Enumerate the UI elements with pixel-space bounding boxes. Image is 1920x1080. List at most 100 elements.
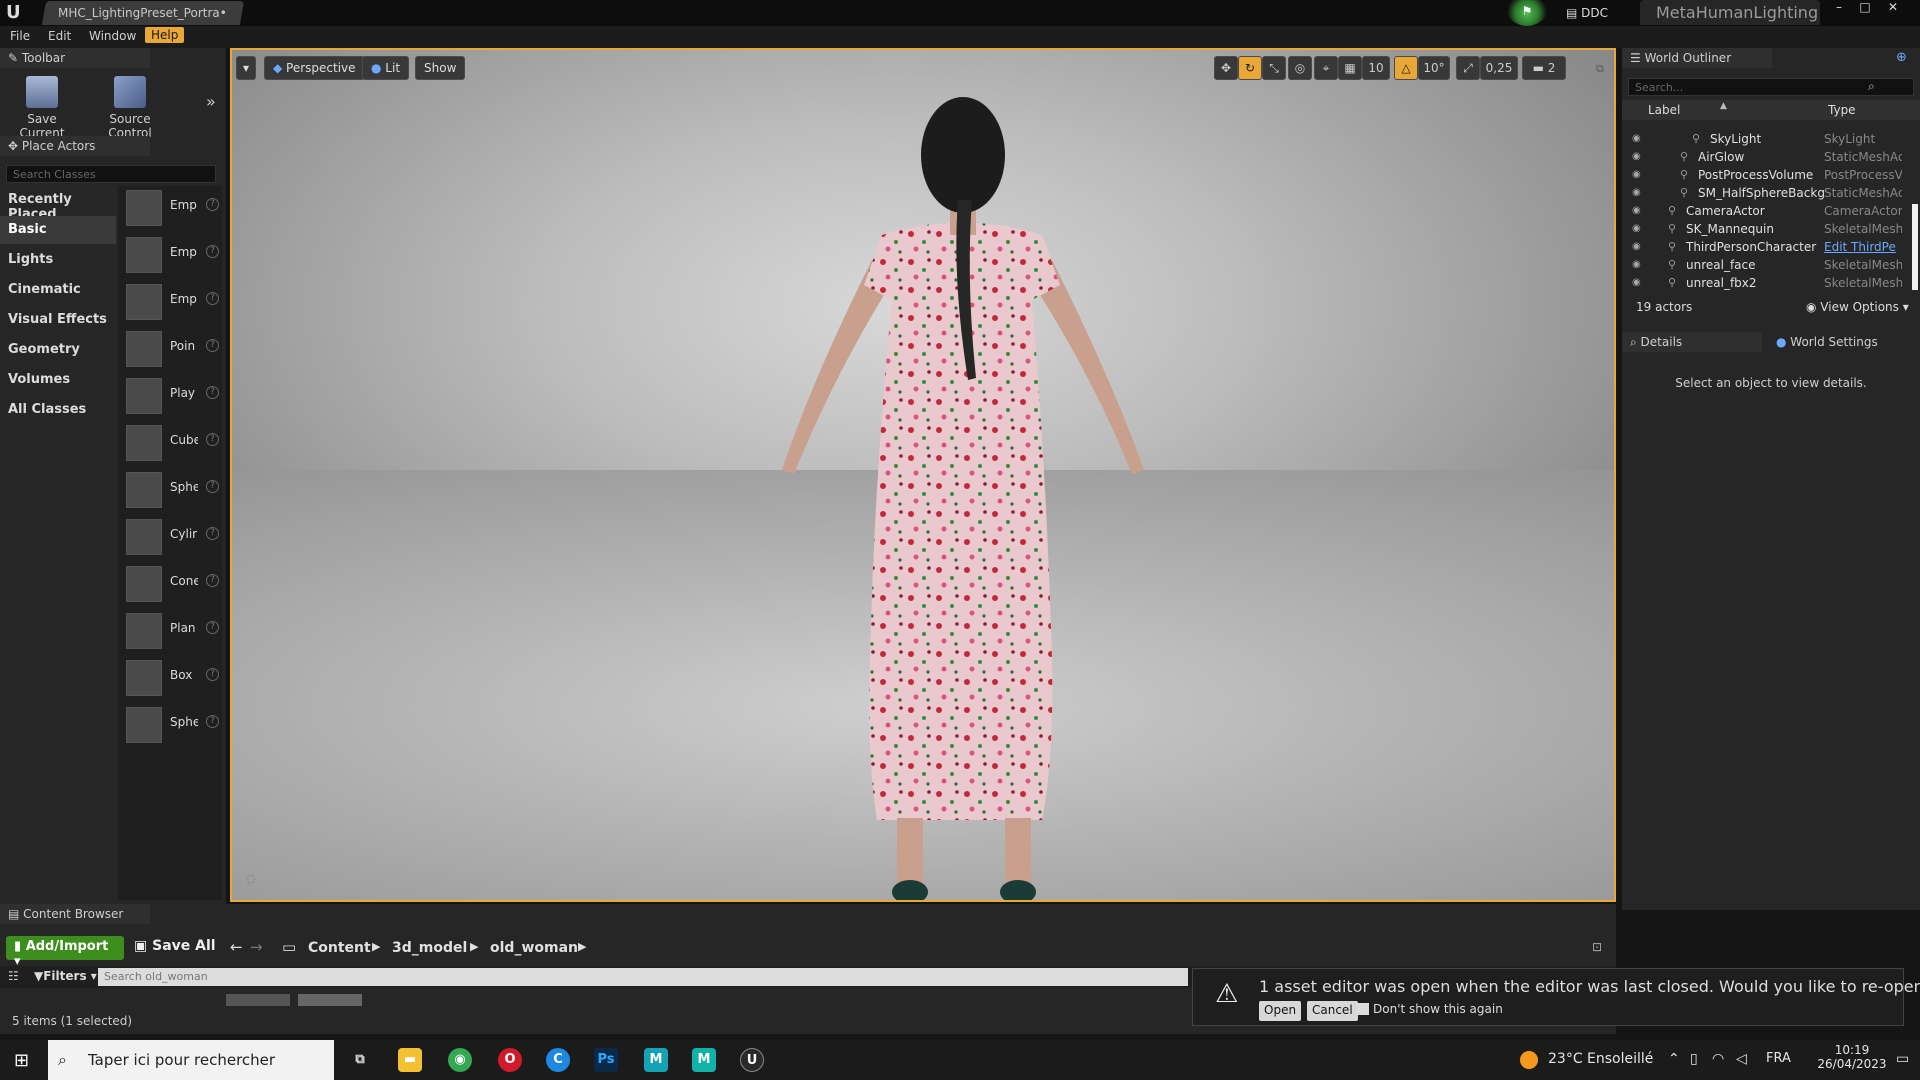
help-icon[interactable]: ? bbox=[206, 574, 219, 587]
menu-window[interactable]: Window bbox=[89, 29, 136, 43]
cancel-button[interactable]: Cancel bbox=[1307, 1001, 1358, 1021]
category-item[interactable]: Recently Placed bbox=[0, 186, 116, 222]
outliner-row[interactable]: ◉ ⚲ AirGlow StaticMeshAc bbox=[1622, 148, 1920, 166]
outliner-col-label[interactable]: Label bbox=[1648, 103, 1680, 117]
translate-tool-icon[interactable]: ✥ bbox=[1214, 56, 1238, 80]
outliner-col-type[interactable]: Type bbox=[1828, 103, 1856, 117]
surface-snap-icon[interactable]: ⌖ bbox=[1314, 56, 1338, 80]
add-import-button[interactable]: ▮ Add/Import ▾ bbox=[6, 936, 124, 969]
windows-start-icon[interactable]: ⊞ bbox=[14, 1050, 29, 1071]
battery-icon[interactable]: ▯ bbox=[1690, 1051, 1698, 1067]
actor-item[interactable]: Play? bbox=[126, 374, 222, 418]
outliner-row[interactable]: ◉ ⚲ SK_Mannequin SkeletalMesh bbox=[1622, 220, 1920, 238]
actor-item[interactable]: Cube? bbox=[126, 421, 222, 465]
actor-item[interactable]: Cylir? bbox=[126, 515, 222, 559]
notifications-icon[interactable]: ▭ bbox=[1896, 1051, 1909, 1067]
visibility-eye-icon[interactable]: ◉ bbox=[1632, 259, 1646, 270]
help-icon[interactable]: ? bbox=[206, 668, 219, 681]
file-explorer-icon[interactable]: ▬ bbox=[398, 1048, 422, 1072]
visibility-eye-icon[interactable]: ◉ bbox=[1632, 205, 1646, 216]
category-item[interactable]: Visual Effects bbox=[0, 306, 116, 334]
actor-item[interactable]: Sphe? bbox=[126, 703, 222, 747]
lit-button[interactable]: ● Lit bbox=[362, 56, 410, 80]
actor-item[interactable]: Sphe? bbox=[126, 468, 222, 512]
ddc-button[interactable]: ▤ DDC bbox=[1566, 3, 1622, 23]
visibility-eye-icon[interactable]: ◉ bbox=[1632, 133, 1646, 144]
category-item[interactable]: All Classes bbox=[0, 396, 116, 424]
outliner-row[interactable]: ◉ ⚲ unreal_face SkeletalMesh bbox=[1622, 256, 1920, 274]
filters-button[interactable]: ▼Filters ▾ bbox=[34, 969, 97, 983]
visibility-eye-icon[interactable]: ◉ bbox=[1632, 241, 1646, 252]
actor-item[interactable]: Plan? bbox=[126, 609, 222, 653]
open-button[interactable]: Open bbox=[1259, 1001, 1302, 1021]
scale-tool-icon[interactable]: ⤡ bbox=[1262, 56, 1286, 80]
show-button[interactable]: Show bbox=[415, 56, 466, 80]
category-item[interactable]: Cinematic bbox=[0, 276, 116, 304]
source-control-button[interactable]: Source Control bbox=[88, 76, 172, 140]
task-view-icon[interactable]: ⧉ bbox=[348, 1048, 372, 1072]
help-icon[interactable]: ? bbox=[206, 339, 219, 352]
perspective-button[interactable]: ◆ Perspective bbox=[264, 56, 365, 80]
toolbar-more-button[interactable]: » bbox=[206, 92, 216, 111]
save-current-button[interactable]: Save Current bbox=[6, 76, 78, 140]
help-icon[interactable]: ? bbox=[206, 198, 219, 211]
rotation-snap-value[interactable]: 10° bbox=[1418, 56, 1450, 80]
help-icon[interactable]: ? bbox=[206, 480, 219, 493]
toolbar-tab[interactable]: ✎ Toolbar bbox=[0, 48, 150, 68]
viewport-options-dropdown[interactable]: ▾ bbox=[236, 56, 257, 80]
menu-edit[interactable]: Edit bbox=[48, 29, 71, 43]
scale-snap-value[interactable]: 0,25 bbox=[1480, 56, 1518, 80]
content-browser-tab[interactable]: ▤ Content Browser bbox=[0, 904, 150, 924]
unreal-engine-icon[interactable]: U bbox=[740, 1048, 764, 1072]
outliner-row[interactable]: ◉ ⚲ unreal_fbx2 SkeletalMesh bbox=[1622, 274, 1920, 292]
actor-item[interactable]: Emp? bbox=[126, 186, 222, 230]
breadcrumb-3d-model[interactable]: 3d_model bbox=[392, 940, 467, 956]
outliner-add-icon[interactable]: ⊕ bbox=[1896, 50, 1907, 65]
sources-toggle-icon[interactable]: ☷ bbox=[8, 969, 19, 983]
scale-snap-icon[interactable]: ⤢ bbox=[1456, 56, 1480, 80]
rotate-tool-icon[interactable]: ↻ bbox=[1238, 56, 1262, 80]
outliner-row[interactable]: ◉ ⚲ SkyLight SkyLight bbox=[1622, 130, 1920, 148]
details-tab[interactable]: ⌕ Details bbox=[1622, 332, 1762, 352]
content-search-input[interactable]: Search old_woman bbox=[98, 968, 1188, 986]
opera-icon[interactable]: O bbox=[498, 1048, 522, 1072]
help-icon[interactable]: ? bbox=[206, 715, 219, 728]
document-tab[interactable]: MHC_LightingPreset_Portra• bbox=[41, 1, 245, 25]
world-settings-tab[interactable]: ● World Settings bbox=[1768, 332, 1916, 352]
search-classes-input[interactable]: Search Classes bbox=[6, 165, 216, 183]
taskbar-search-input[interactable]: Taper ici pour rechercher bbox=[48, 1040, 334, 1080]
help-icon[interactable]: ? bbox=[206, 433, 219, 446]
visibility-eye-icon[interactable]: ◉ bbox=[1632, 151, 1646, 162]
forward-arrow-icon[interactable]: → bbox=[250, 938, 263, 956]
language-indicator[interactable]: FRA bbox=[1766, 1051, 1791, 1066]
tray-chevron-icon[interactable]: ⌃ bbox=[1668, 1051, 1680, 1067]
place-actors-tab[interactable]: ✥ Place Actors bbox=[0, 136, 150, 156]
camera-speed-button[interactable]: ▬ 2 bbox=[1522, 56, 1566, 80]
category-item[interactable]: Basic bbox=[0, 216, 116, 244]
help-icon[interactable]: ? bbox=[206, 527, 219, 540]
maximize-button[interactable]: □ bbox=[1852, 0, 1878, 16]
help-icon[interactable]: ? bbox=[206, 245, 219, 258]
photoshop-icon[interactable]: Ps bbox=[594, 1048, 618, 1072]
visibility-eye-icon[interactable]: ◉ bbox=[1632, 169, 1646, 180]
category-item[interactable]: Geometry bbox=[0, 336, 116, 364]
breadcrumb-old-woman[interactable]: old_woman bbox=[490, 940, 578, 956]
maya-icon[interactable]: M bbox=[644, 1048, 668, 1072]
outliner-row-type[interactable]: Edit ThirdPe bbox=[1824, 240, 1902, 254]
world-local-icon[interactable]: ◎ bbox=[1288, 56, 1312, 80]
rotation-snap-icon[interactable]: △ bbox=[1394, 56, 1418, 80]
menu-file[interactable]: File bbox=[10, 29, 30, 43]
breadcrumb-content[interactable]: Content bbox=[308, 940, 371, 956]
volume-icon[interactable]: ◁ bbox=[1736, 1051, 1747, 1067]
minimize-button[interactable]: – bbox=[1826, 0, 1852, 16]
grid-snap-value[interactable]: 10 bbox=[1362, 56, 1390, 80]
notification-icon[interactable]: ⚑ bbox=[1504, 0, 1550, 26]
actor-item[interactable]: Emp? bbox=[126, 233, 222, 277]
category-item[interactable]: Lights bbox=[0, 246, 116, 274]
cclient-icon[interactable]: C bbox=[546, 1048, 570, 1072]
close-window-button[interactable]: ✕ bbox=[1880, 0, 1906, 16]
actor-item[interactable]: Emp? bbox=[126, 280, 222, 324]
back-arrow-icon[interactable]: ← bbox=[230, 938, 243, 956]
help-icon[interactable]: ? bbox=[206, 621, 219, 634]
asset-thumbnail[interactable] bbox=[226, 994, 290, 1006]
